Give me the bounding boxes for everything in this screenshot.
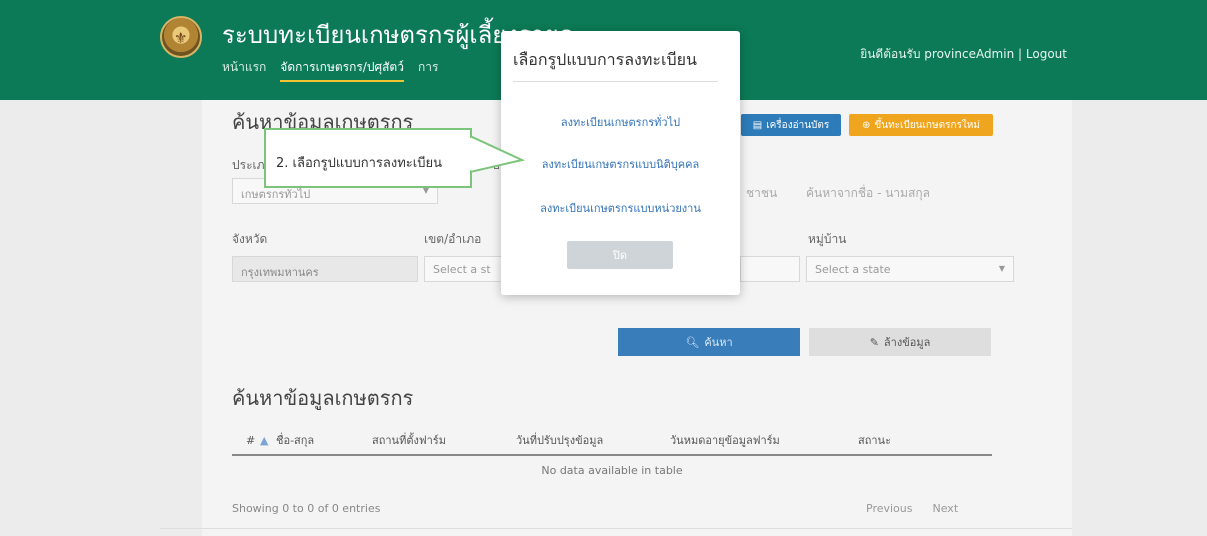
- department-logo: ⚜: [160, 16, 202, 58]
- province-select[interactable]: กรุงเทพมหานคร: [232, 256, 418, 282]
- callout-pointer: [470, 136, 526, 174]
- col-index[interactable]: #: [232, 434, 260, 447]
- next-button[interactable]: Next: [933, 502, 959, 515]
- option-juristic-farmer[interactable]: ลงทะเบียนเกษตรกรแบบนิติบุคคล: [501, 155, 740, 173]
- logout-link[interactable]: Logout: [1026, 47, 1067, 61]
- card-reader-button[interactable]: ▤ เครื่องอ่านบัตร: [741, 114, 841, 136]
- results-heading: ค้นหาข้อมูลเกษตรกร: [232, 386, 414, 410]
- option-general-farmer[interactable]: ลงทะเบียนเกษตรกรทั่วไป: [501, 113, 740, 131]
- registration-type-modal: เลือกรูปแบบการลงทะเบียน ลงทะเบียนเกษตรกร…: [501, 31, 740, 295]
- village-label: หมู่บ้าน: [808, 232, 847, 246]
- welcome-text: ยินดีต้อนรับ provinceAdmin: [860, 47, 1015, 61]
- modal-divider: [513, 81, 718, 82]
- province-label: จังหวัด: [232, 232, 268, 246]
- radio-search-by-name[interactable]: ค้นหาจากชื่อ - นามสกุล: [806, 184, 930, 203]
- pagination: Previous Next: [866, 502, 958, 515]
- search-button[interactable]: 🔍︎ ค้นหา: [618, 328, 800, 356]
- divider: [160, 528, 1072, 529]
- previous-button[interactable]: Previous: [866, 502, 913, 515]
- district-label: เขต/อำเภอ: [424, 232, 482, 246]
- nav-manage-farmers[interactable]: จัดการเกษตรกร/ปศุสัตว์: [280, 58, 404, 82]
- col-updated-date[interactable]: วันที่ปรับปรุงข้อมูล: [508, 431, 650, 449]
- nav-home[interactable]: หน้าแรก: [222, 58, 266, 82]
- col-farm-location[interactable]: สถานที่ตั้งฟาร์ม: [372, 431, 508, 449]
- chevron-down-icon: ▼: [998, 264, 1005, 273]
- search-icon: 🔍︎: [685, 335, 700, 349]
- instruction-callout: 2. เลือกรูปแบบการลงทะเบียน: [264, 128, 472, 188]
- modal-title: เลือกรูปแบบการลงทะเบียน: [513, 50, 697, 69]
- empty-table-message: No data available in table: [541, 464, 683, 477]
- clear-button[interactable]: ✎ ล้างข้อมูล: [809, 328, 991, 356]
- card-icon: ▤: [752, 119, 763, 131]
- district-select[interactable]: Select a st: [424, 256, 502, 282]
- modal-close-button[interactable]: ปิด: [567, 241, 673, 269]
- col-expiry-date[interactable]: วันหมดอายุข้อมูลฟาร์ม: [650, 431, 842, 449]
- entries-info: Showing 0 to 0 of 0 entries: [232, 502, 381, 515]
- results-table-header: # ▲ ชื่อ-สกุล สถานที่ตั้งฟาร์ม วันที่ปรั…: [232, 426, 992, 456]
- subdistrict-select[interactable]: [740, 256, 800, 282]
- radio-id-partial[interactable]: ชาชน: [746, 184, 777, 203]
- callout-text: 2. เลือกรูปแบบการลงทะเบียน: [276, 156, 442, 171]
- new-register-button[interactable]: ⊕ ขึ้นทะเบียนเกษตรกรใหม่: [849, 114, 993, 136]
- user-area: ยินดีต้อนรับ provinceAdmin | Logout: [860, 47, 1067, 61]
- eraser-icon: ✎: [869, 335, 879, 349]
- village-select[interactable]: Select a state ▼: [806, 256, 1014, 282]
- nav-item-3[interactable]: การ: [418, 58, 438, 82]
- col-status[interactable]: สถานะ: [842, 431, 962, 449]
- sort-asc-icon: ▲: [260, 433, 269, 447]
- col-name[interactable]: ชื่อ-สกุล: [276, 431, 372, 449]
- option-agency-farmer[interactable]: ลงทะเบียนเกษตรกรแบบหน่วยงาน: [501, 199, 740, 217]
- type-label: ประเภ: [232, 158, 265, 172]
- plus-circle-icon: ⊕: [862, 119, 871, 131]
